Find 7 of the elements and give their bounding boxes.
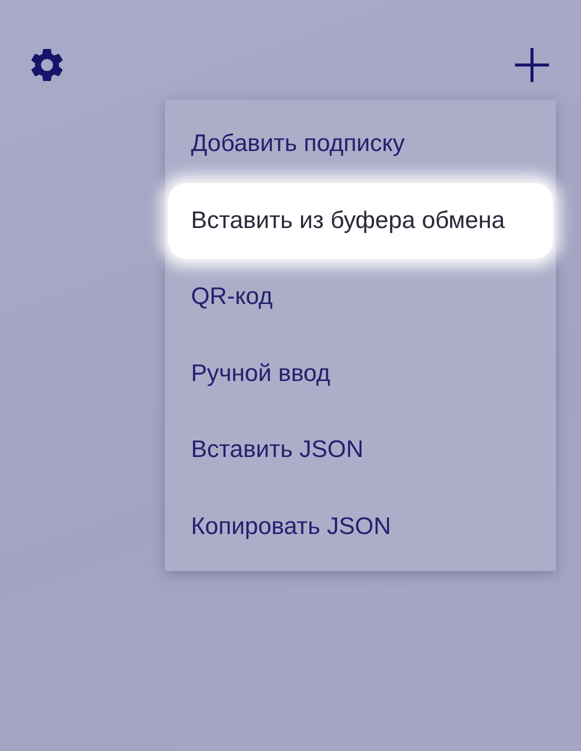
menu-item[interactable]: Копировать JSON — [165, 488, 556, 565]
menu-item[interactable]: Добавить подписку — [165, 106, 556, 182]
menu-item[interactable]: QR-код — [165, 259, 556, 336]
add-icon[interactable] — [514, 47, 550, 83]
menu-item[interactable]: Вставить JSON — [165, 412, 556, 488]
menu-item[interactable]: Вставить из буфера обмена — [168, 182, 553, 259]
menu-item[interactable]: Ручной ввод — [165, 336, 556, 412]
